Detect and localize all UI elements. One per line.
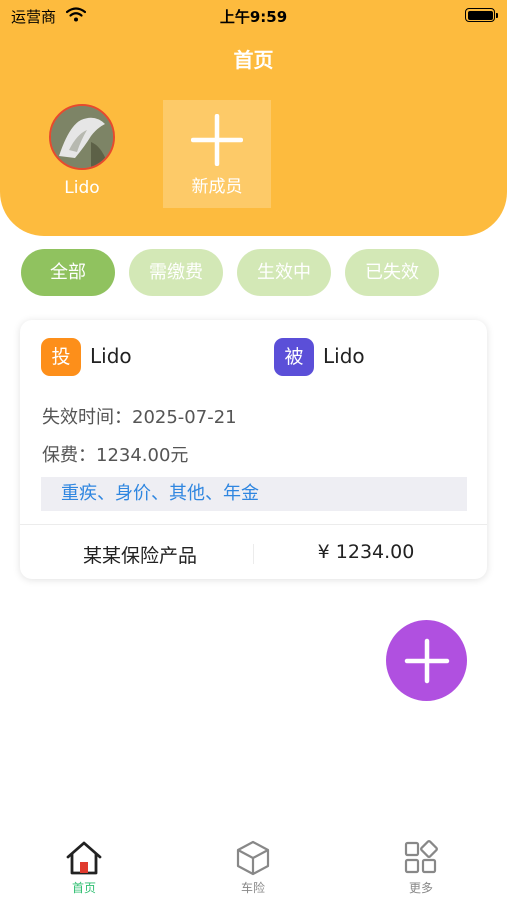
page-title: 首页 — [233, 48, 274, 72]
tab-home[interactable]: 首页 — [34, 840, 134, 896]
policyholder-badge: 投 — [41, 338, 81, 376]
status-bar: 运营商 上午9:59 — [0, 0, 507, 32]
insured: 被 Lido — [274, 338, 454, 376]
tab-more-label: 更多 — [408, 881, 433, 895]
cube-icon — [236, 840, 270, 876]
policyholder-name: Lido — [90, 344, 132, 368]
tab-car-insurance[interactable]: 车险 — [203, 840, 303, 896]
policy-card[interactable]: 投 Lido 被 Lido 失效时间：2025-07-21 保费：1234.00… — [20, 320, 487, 579]
home-icon — [66, 841, 102, 875]
plus-icon — [191, 114, 243, 166]
product-name: 某某保险产品 — [82, 545, 197, 567]
tab-bar: 首页 车险 更多 — [0, 830, 507, 900]
add-member-label: 新成员 — [191, 177, 243, 197]
filter-all-chip[interactable]: 全部 — [21, 249, 115, 296]
add-member-button[interactable]: 新成员 — [163, 100, 271, 208]
grid-icon — [404, 840, 438, 874]
coverage-tags: 重疾、身价、其他、年金 — [41, 477, 467, 511]
tab-home-label: 首页 — [71, 881, 96, 895]
filter-due-chip[interactable]: 需缴费 — [129, 249, 223, 296]
member-name: Lido — [64, 178, 100, 198]
tab-more[interactable]: 更多 — [371, 840, 471, 896]
policyholder: 投 Lido — [41, 338, 221, 376]
insured-name: Lido — [323, 344, 365, 368]
battery-icon — [465, 8, 498, 22]
product-price: ¥ 1234.00 — [317, 541, 415, 563]
tab-car-insurance-label: 车险 — [240, 881, 265, 895]
member-lido[interactable]: Lido — [44, 104, 120, 198]
avatar — [49, 104, 115, 170]
filter-active-chip[interactable]: 生效中 — [237, 249, 331, 296]
add-policy-button[interactable] — [386, 620, 467, 701]
status-time: 上午9:59 — [219, 8, 288, 26]
divider — [20, 524, 487, 525]
header-banner: 运营商 上午9:59 首页 Lido 新成员 — [0, 0, 507, 236]
filter-expired-chip[interactable]: 已失效 — [345, 249, 439, 296]
premium-line: 保费：1234.00元 — [42, 445, 189, 466]
expiry-line: 失效时间：2025-07-21 — [42, 407, 237, 428]
plus-icon — [404, 638, 449, 684]
filter-chips: 全部 需缴费 生效中 已失效 — [0, 249, 507, 297]
insured-badge: 被 — [274, 338, 314, 376]
